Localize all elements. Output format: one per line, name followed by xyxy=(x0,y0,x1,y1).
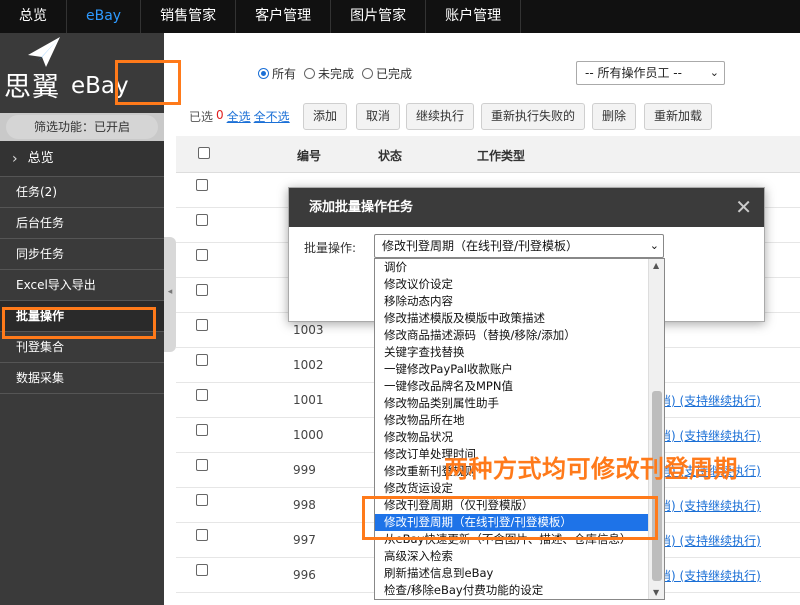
sidebar-item-sync-tasks[interactable]: 同步任务 xyxy=(0,239,164,270)
dropdown-option[interactable]: 修改物品所在地 xyxy=(375,412,664,429)
row-checkbox[interactable] xyxy=(196,179,208,191)
row-checkbox[interactable] xyxy=(196,389,208,401)
options-list: 调价 修改议价设定 移除动态内容 修改描述模版及模版中政策描述 修改商品描述源码（替换/… xyxy=(375,259,664,599)
dropdown-option[interactable]: 检查/移除eBay付费功能的设定 xyxy=(375,582,664,599)
row-checkbox[interactable] xyxy=(196,564,208,576)
nav-overview[interactable]: 总览 xyxy=(0,0,67,33)
dropdown-option[interactable]: 修改物品状况 xyxy=(375,429,664,446)
staff-select[interactable]: -- 所有操作员工 -- ⌄ xyxy=(576,61,725,85)
sidebar-item-data-collection[interactable]: 数据采集 xyxy=(0,363,164,394)
select-none-link[interactable]: 全不选 xyxy=(254,108,290,125)
row-checkbox[interactable] xyxy=(196,459,208,471)
batch-operation-select[interactable]: 修改刊登周期（在线刊登/刊登模板） ⌄ xyxy=(374,234,664,258)
radio-all[interactable]: 所有 xyxy=(258,65,296,82)
row-checkbox[interactable] xyxy=(196,354,208,366)
batch-operation-options: 调价 修改议价设定 移除动态内容 修改描述模版及模版中政策描述 修改商品描述源码（替换/… xyxy=(374,258,665,600)
dropdown-option[interactable]: 一键修改品牌名及MPN值 xyxy=(375,378,664,395)
scrollbar-thumb[interactable] xyxy=(652,391,662,581)
sidebar-item-tasks[interactable]: 任务(2) xyxy=(0,177,164,208)
top-navigation: 总览 eBay 销售管家 客户管理 图片管家 账户管理 xyxy=(0,0,800,33)
select-all-checkbox[interactable] xyxy=(198,147,210,159)
selected-count: 0 xyxy=(216,107,224,122)
select-all-link[interactable]: 全选 xyxy=(227,108,251,125)
chevron-down-icon: ⌄ xyxy=(709,66,719,79)
dropdown-option[interactable]: 修改商品描述源码（替换/移除/添加） xyxy=(375,327,664,344)
continue-button[interactable]: 继续执行 xyxy=(406,103,475,130)
dropdown-option[interactable]: 移除动态内容 xyxy=(375,293,664,310)
chevron-right-icon: › xyxy=(12,150,18,167)
filter-bar: 筛选功能：已开启 xyxy=(0,113,164,141)
nav-sales-manager[interactable]: 销售管家 xyxy=(141,0,237,33)
sidebar-overview-label: 总览 xyxy=(27,150,54,166)
close-icon[interactable]: ✕ xyxy=(735,188,752,227)
toolbar: 已选 0 全选 全不选 添加 取消 继续执行 重新执行失败的 删除 重新加载 xyxy=(176,101,800,131)
radio-incomplete[interactable]: 未完成 xyxy=(304,65,354,82)
row-checkbox[interactable] xyxy=(196,319,208,331)
dialog-title: 添加批量操作任务 xyxy=(309,200,414,215)
dropdown-option[interactable]: 调价 xyxy=(375,259,664,276)
sidebar-overview[interactable]: › 总览 xyxy=(0,141,164,177)
row-checkbox[interactable] xyxy=(196,249,208,261)
scroll-up-icon[interactable]: ▲ xyxy=(653,261,659,270)
nav-account-management[interactable]: 账户管理 xyxy=(426,0,522,33)
cancel-button[interactable]: 取消 xyxy=(356,103,401,130)
sidebar-item-background-tasks[interactable]: 后台任务 xyxy=(0,208,164,239)
batch-operation-label: 批量操作: xyxy=(304,241,357,255)
dropdown-option[interactable]: 关键字查找替换 xyxy=(375,344,664,361)
logo-text: 思翼 xyxy=(4,72,60,103)
row-checkbox[interactable] xyxy=(196,494,208,506)
sidebar-item-excel-import-export[interactable]: Excel导入导出 xyxy=(0,270,164,301)
highlight-box-sidebar xyxy=(2,307,156,339)
status-filter: 所有 未完成 已完成 xyxy=(258,65,412,82)
highlight-box-options xyxy=(362,496,658,540)
annotation-text: 两种方式均可修改刊登周期 xyxy=(444,455,738,483)
chevron-down-icon: ⌄ xyxy=(649,239,659,252)
dialog-header: 添加批量操作任务 ✕ xyxy=(289,188,764,227)
row-checkbox[interactable] xyxy=(196,214,208,226)
paper-plane-icon xyxy=(28,37,60,67)
selection-info: 已选 0 全选 全不选 xyxy=(189,107,290,125)
dropdown-option[interactable]: 一键修改PayPal收款账户 xyxy=(375,361,664,378)
dropdown-option[interactable]: 高级深入检索 xyxy=(375,548,664,565)
dropdown-option[interactable]: 修改议价设定 xyxy=(375,276,664,293)
add-button[interactable]: 添加 xyxy=(303,103,348,130)
filter-status[interactable]: 筛选功能：已开启 xyxy=(6,115,158,139)
row-checkbox[interactable] xyxy=(196,284,208,296)
dropdown-option[interactable]: 修改物品类别属性助手 xyxy=(375,395,664,412)
col-id: 编号 xyxy=(297,149,322,163)
nav-ebay[interactable]: eBay xyxy=(67,0,142,33)
radio-completed[interactable]: 已完成 xyxy=(362,65,412,82)
sidebar-collapse-handle[interactable]: ◂ xyxy=(164,237,176,352)
scroll-down-icon[interactable]: ▼ xyxy=(653,588,659,597)
row-checkbox[interactable] xyxy=(196,529,208,541)
row-checkbox[interactable] xyxy=(196,424,208,436)
nav-customer-management[interactable]: 客户管理 xyxy=(236,0,332,33)
scrollbar[interactable]: ▲ ▼ xyxy=(648,259,664,599)
col-status: 状态 xyxy=(378,149,403,163)
nav-image-manager[interactable]: 图片管家 xyxy=(331,0,427,33)
dropdown-option[interactable]: 刷新描述信息到eBay xyxy=(375,565,664,582)
reload-button[interactable]: 重新加载 xyxy=(644,103,713,130)
dropdown-option[interactable]: 修改描述模版及模版中政策描述 xyxy=(375,310,664,327)
highlight-box-add xyxy=(115,60,181,105)
col-job-type: 工作类型 xyxy=(477,149,526,163)
sidebar-menu: › 总览 任务(2) 后台任务 同步任务 Excel导入导出 批量操作 刊登集合… xyxy=(0,141,164,394)
retry-failed-button[interactable]: 重新执行失败的 xyxy=(481,103,586,130)
table-header: 编号 状态 工作类型 xyxy=(176,136,800,173)
delete-button[interactable]: 删除 xyxy=(592,103,637,130)
